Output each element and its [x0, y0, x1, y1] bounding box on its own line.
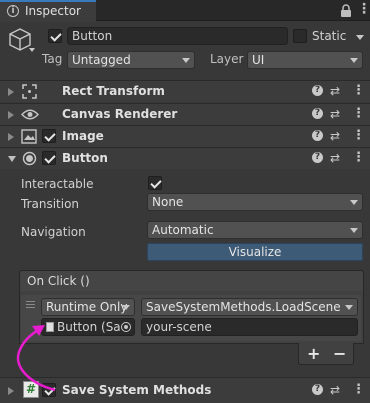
info-icon: i: [7, 5, 19, 17]
transition-label: Transition: [21, 197, 80, 211]
component-title: Save System Methods: [62, 383, 212, 397]
component-save-system-methods[interactable]: # Save System Methods ? ⇄ ⋮: [0, 377, 370, 403]
object-picker-icon[interactable]: [121, 322, 131, 332]
help-icon[interactable]: ?: [312, 108, 323, 119]
presets-icon[interactable]: ⇄: [330, 107, 340, 121]
chevron-down-icon: [350, 200, 358, 205]
component-header-icons: ? ⇄ ⋮: [312, 150, 365, 167]
tab-title: Inspector: [25, 4, 81, 18]
transition-dropdown[interactable]: None: [147, 193, 363, 211]
chevron-down-icon: [345, 305, 353, 310]
on-click-title: On Click (): [27, 274, 90, 288]
interactable-label: Interactable: [21, 177, 94, 191]
chevron-down-icon: [182, 58, 190, 63]
function-value: SaveSystemMethods.LoadScene: [146, 300, 341, 314]
icon-dropdown-arrow[interactable]: [29, 48, 35, 52]
component-canvas-renderer[interactable]: Canvas Renderer ? ⇄ ⋮: [0, 103, 370, 125]
component-enabled-checkbox[interactable]: [42, 383, 56, 397]
component-enabled-checkbox[interactable]: [42, 151, 56, 165]
object-value: Button (Sa: [57, 320, 121, 334]
transition-value: None: [152, 195, 184, 209]
component-header-icons: ? ⇄ ⋮: [312, 106, 365, 123]
runtime-value: Runtime Only: [46, 300, 128, 314]
image-icon: [21, 129, 37, 144]
foldout-arrow[interactable]: [8, 88, 14, 96]
component-title: Canvas Renderer: [62, 107, 178, 121]
foldout-arrow[interactable]: [8, 387, 14, 395]
chevron-down-icon: [350, 58, 358, 63]
navigation-label: Navigation: [21, 225, 86, 239]
component-header-icons: ? ⇄ ⋮: [312, 83, 365, 100]
help-icon[interactable]: ?: [312, 85, 323, 96]
inspector-tab[interactable]: i Inspector: [0, 0, 96, 22]
script-object-icon: [46, 322, 54, 332]
foldout-arrow[interactable]: [8, 133, 14, 141]
active-checkbox[interactable]: [48, 29, 62, 43]
eye-icon: [21, 109, 39, 120]
help-icon[interactable]: ?: [312, 152, 323, 163]
static-label: Static: [312, 29, 347, 43]
object-field[interactable]: Button (Sa: [41, 318, 135, 336]
kebab-icon[interactable]: ⋮: [352, 128, 365, 143]
chevron-down-icon: [122, 305, 130, 310]
foldout-arrow[interactable]: [8, 156, 16, 162]
interactable-checkbox[interactable]: [148, 176, 162, 190]
presets-icon[interactable]: ⇄: [330, 151, 340, 165]
object-name-field[interactable]: Button: [67, 27, 288, 45]
lock-icon[interactable]: [340, 4, 352, 18]
on-click-header: On Click (): [19, 270, 364, 292]
component-enabled-checkbox[interactable]: [42, 129, 56, 143]
kebab-icon[interactable]: ⋮: [352, 106, 365, 121]
presets-icon[interactable]: ⇄: [330, 383, 340, 397]
add-event-button[interactable]: +: [307, 344, 320, 363]
component-title: Image: [62, 129, 104, 143]
button-icon: [22, 151, 37, 166]
layer-value: UI: [252, 53, 265, 67]
help-icon[interactable]: ?: [312, 130, 323, 141]
presets-icon[interactable]: ⇄: [330, 129, 340, 143]
layer-label: Layer: [210, 52, 244, 66]
visualize-label: Visualize: [228, 245, 282, 259]
object-picker-dot: [124, 325, 128, 329]
component-image[interactable]: Image ? ⇄ ⋮: [0, 125, 370, 147]
help-icon[interactable]: ?: [312, 384, 323, 395]
kebab-icon[interactable]: ⋮: [352, 150, 365, 165]
kebab-icon[interactable]: ⋮: [352, 382, 365, 397]
rect-transform-icon: [22, 84, 37, 99]
tag-value: Untagged: [72, 53, 131, 67]
layer-dropdown[interactable]: UI: [247, 51, 363, 69]
function-dropdown[interactable]: SaveSystemMethods.LoadScene: [141, 298, 358, 316]
component-header-icons: ? ⇄ ⋮: [312, 382, 365, 399]
kebab-icon[interactable]: ⋮: [357, 1, 370, 17]
runtime-dropdown[interactable]: Runtime Only: [41, 298, 135, 316]
chevron-down-icon: [350, 228, 358, 233]
foldout-arrow[interactable]: [8, 111, 14, 119]
kebab-icon[interactable]: ⋮: [352, 83, 365, 98]
hash-script-icon: #: [23, 381, 39, 398]
visualize-button[interactable]: Visualize: [147, 243, 363, 261]
component-header-icons: ? ⇄ ⋮: [312, 128, 365, 145]
component-title: Rect Transform: [62, 84, 165, 98]
static-dropdown-arrow[interactable]: [356, 35, 364, 40]
presets-icon[interactable]: ⇄: [330, 84, 340, 98]
navigation-dropdown[interactable]: Automatic: [147, 221, 363, 239]
component-title: Button: [62, 151, 108, 165]
tag-label: Tag: [42, 52, 63, 66]
tag-dropdown[interactable]: Untagged: [67, 51, 195, 69]
remove-event-button[interactable]: −: [333, 344, 346, 363]
static-checkbox[interactable]: [293, 29, 307, 43]
component-button[interactable]: Button ? ⇄ ⋮: [0, 147, 370, 169]
component-rect-transform[interactable]: Rect Transform ? ⇄ ⋮: [0, 80, 370, 102]
drag-handle-middle: [26, 304, 35, 305]
navigation-value: Automatic: [152, 223, 214, 237]
argument-field[interactable]: your-scene: [141, 318, 358, 336]
